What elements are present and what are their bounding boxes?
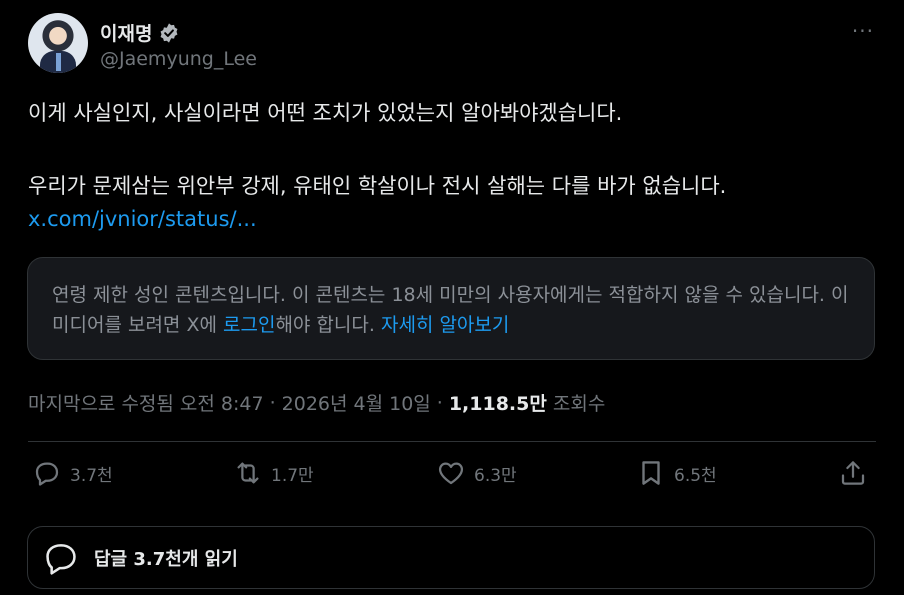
views-count: 1,118.5만: [448, 393, 547, 415]
author-name[interactable]: 이재명: [100, 19, 152, 46]
comment-bubble-icon: [46, 543, 76, 575]
tweet-line-2: 우리가 문제삼는 위안부 강제, 유태인 학살이나 전시 살해는 다를 바가 없…: [28, 174, 727, 198]
notice-text-2: 해야 합니다.: [275, 314, 381, 336]
reply-count: 3.7천: [70, 465, 113, 486]
edited-time[interactable]: 마지막으로 수정됨 오전 8:47: [28, 389, 264, 416]
repost-button[interactable]: 1.7만: [233, 458, 314, 488]
views-label: 조회수: [552, 393, 606, 415]
share-button[interactable]: [838, 458, 868, 488]
like-button[interactable]: 6.3만: [436, 458, 517, 488]
author-name-row: 이재명: [100, 19, 180, 46]
reply-icon: [35, 462, 59, 486]
read-replies-label: 답글 3.7천개 읽기: [94, 548, 238, 570]
login-link[interactable]: 로그인: [223, 314, 275, 336]
repost-count: 1.7만: [271, 465, 314, 486]
tweet-line-1: 이게 사실인지, 사실이라면 어떤 조치가 있었는지 알아봐야겠습니다.: [28, 101, 623, 125]
reply-button[interactable]: 3.7천: [32, 458, 113, 488]
tweet-header: 이재명 @Jaemyung_Lee ···: [28, 13, 876, 75]
author-avatar[interactable]: [28, 13, 88, 73]
tweet-date[interactable]: 2026년 4월 10일: [282, 389, 431, 416]
tweet-meta: 마지막으로 수정됨 오전 8:47 · 2026년 4월 10일 · 1,118…: [28, 389, 605, 416]
more-options-icon[interactable]: ···: [852, 19, 874, 43]
divider: [28, 441, 876, 442]
tweet-text: 이게 사실인지, 사실이라면 어떤 조치가 있었는지 알아봐야겠습니다. 우리가…: [28, 97, 878, 236]
bookmark-button[interactable]: 6.5천: [636, 458, 717, 488]
author-handle[interactable]: @Jaemyung_Lee: [100, 48, 257, 70]
heart-icon: [438, 462, 464, 485]
verified-badge-icon: [161, 22, 178, 43]
tweet-link[interactable]: x.com/jvnior/status/...: [28, 207, 257, 231]
bookmark-icon: [642, 461, 660, 485]
learn-more-link[interactable]: 자세히 알아보기: [381, 314, 509, 336]
share-icon: [841, 461, 865, 485]
age-restricted-notice: 연령 제한 성인 콘텐츠입니다. 이 콘텐츠는 18세 미만의 사용자에게는 적…: [27, 257, 875, 360]
bookmark-count: 6.5천: [674, 465, 717, 486]
repost-icon: [237, 462, 259, 484]
read-replies-button[interactable]: 답글 3.7천개 읽기: [27, 526, 875, 589]
meta-separator: ·: [436, 391, 443, 414]
meta-separator: ·: [269, 391, 276, 414]
like-count: 6.3만: [474, 465, 517, 486]
action-bar: 3.7천 1.7만 6.3만 6.5천: [28, 458, 876, 500]
